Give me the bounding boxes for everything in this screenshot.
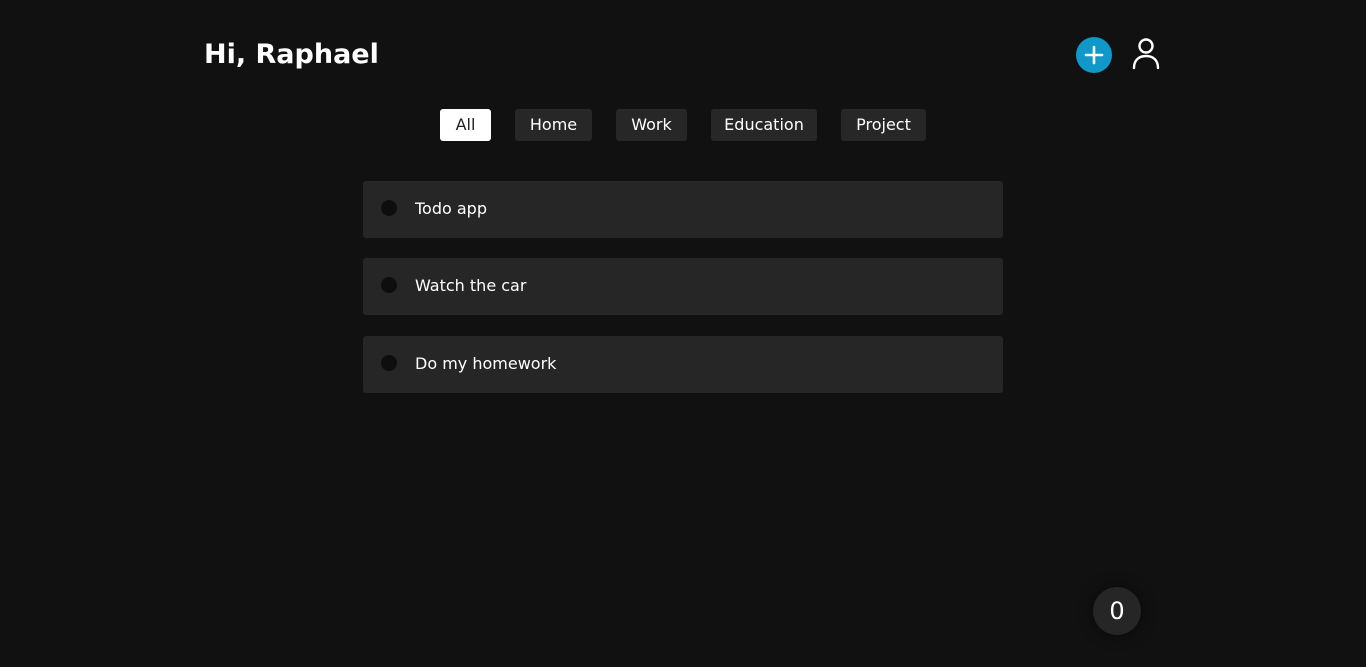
- filter-project[interactable]: Project: [841, 109, 926, 141]
- category-filters: All Home Work Education Project: [0, 109, 1366, 141]
- task-checkbox[interactable]: [381, 200, 397, 216]
- task-text: Do my homework: [415, 354, 557, 373]
- todo-page: Hi, Raphael All Home Work Education Proj…: [0, 0, 1366, 667]
- greeting-title: Hi, Raphael: [204, 39, 379, 70]
- task-checkbox[interactable]: [381, 277, 397, 293]
- filter-education[interactable]: Education: [711, 109, 817, 141]
- task-item[interactable]: Do my homework: [363, 336, 1003, 393]
- profile-button[interactable]: [1128, 36, 1164, 72]
- user-icon: [1132, 38, 1160, 70]
- task-counter: 0: [1093, 587, 1141, 635]
- task-text: Todo app: [415, 199, 487, 218]
- add-task-button[interactable]: [1076, 37, 1112, 73]
- filter-home[interactable]: Home: [515, 109, 592, 141]
- filter-work[interactable]: Work: [616, 109, 687, 141]
- task-checkbox[interactable]: [381, 355, 397, 371]
- task-text: Watch the car: [415, 276, 527, 295]
- plus-icon: [1084, 45, 1104, 65]
- task-item[interactable]: Watch the car: [363, 258, 1003, 315]
- filter-all[interactable]: All: [440, 109, 491, 141]
- task-item[interactable]: Todo app: [363, 181, 1003, 238]
